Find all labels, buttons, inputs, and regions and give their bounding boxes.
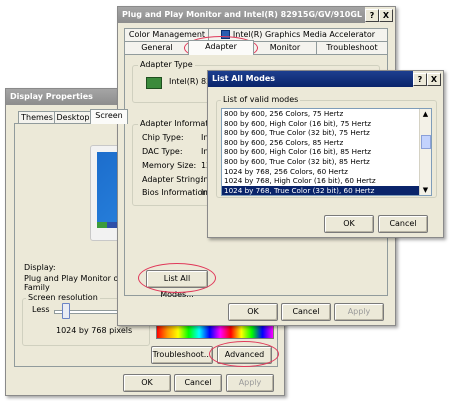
tab-screen[interactable]: Screen: [90, 109, 128, 124]
color-quality-preview: [156, 325, 274, 339]
list-all-modes-title: List All Modes: [208, 71, 413, 87]
close-button[interactable]: X: [427, 73, 441, 86]
tab-monitor[interactable]: Monitor: [252, 41, 318, 54]
list-item[interactable]: 800 by 600, High Color (16 bit), 75 Hert…: [222, 119, 419, 129]
display-value-line2: Family: [24, 283, 50, 292]
tab-adapter[interactable]: Adapter: [188, 40, 254, 55]
scroll-up-arrow-icon[interactable]: ▲: [420, 109, 431, 119]
list-item[interactable]: 800 by 600, 256 Colors, 75 Hertz: [222, 109, 419, 119]
ok-button[interactable]: OK: [228, 303, 278, 321]
tab-general[interactable]: General: [124, 41, 190, 54]
scroll-thumb[interactable]: [421, 135, 431, 149]
list-item[interactable]: 1024 by 768, True Color (32 bit), 60 Her…: [222, 185, 419, 195]
ok-button[interactable]: OK: [324, 215, 374, 233]
cancel-button[interactable]: Cancel: [174, 374, 222, 392]
start-button-preview: [97, 222, 107, 228]
valid-modes-label: List of valid modes: [221, 95, 301, 105]
cancel-button[interactable]: Cancel: [281, 303, 331, 321]
help-button[interactable]: ?: [365, 9, 379, 22]
dac-type-key: DAC Type:: [142, 147, 183, 156]
list-item[interactable]: 1024 by 768, High Color (16 bit), 60 Her…: [222, 176, 419, 186]
cancel-button[interactable]: Cancel: [378, 215, 428, 233]
apply-button[interactable]: Apply: [334, 303, 384, 321]
modes-scrollbar[interactable]: ▲ ▼: [419, 109, 431, 195]
list-item[interactable]: 800 by 600, True Color (32 bit), 85 Hert…: [222, 157, 419, 167]
list-all-modes-dialog: List All Modes ? X List of valid modes 8…: [207, 70, 444, 238]
list-item[interactable]: 1024 by 768, 256 Colors, 60 Hertz: [222, 167, 419, 177]
display-label: Display:: [24, 263, 56, 272]
screen-resolution-label: Screen resolution: [26, 293, 100, 303]
advanced-highlight-circle: [209, 341, 279, 367]
adapter-string-key: Adapter String:: [142, 175, 203, 184]
list-all-modes-highlight-circle: [138, 263, 216, 293]
modes-list: 800 by 600, 256 Colors, 75 Hertz 800 by 6…: [222, 109, 419, 195]
chip-type-key: Chip Type:: [142, 133, 184, 142]
resolution-value: 1024 by 768 pixels: [56, 326, 133, 335]
memory-size-key: Memory Size:: [142, 161, 197, 170]
list-item[interactable]: 800 by 600, True Color (32 bit), 75 Hert…: [222, 128, 419, 138]
tab-troubleshoot[interactable]: Troubleshoot: [316, 41, 388, 54]
modes-listbox[interactable]: 800 by 600, 256 Colors, 75 Hertz 800 by 6…: [221, 108, 432, 196]
scroll-down-arrow-icon[interactable]: ▼: [420, 185, 431, 195]
close-button[interactable]: X: [379, 9, 393, 22]
list-item[interactable]: 800 by 600, 256 Colors, 85 Hertz: [222, 138, 419, 148]
resolution-slider-thumb[interactable]: [62, 303, 70, 319]
ok-button[interactable]: OK: [123, 374, 171, 392]
video-card-icon: [146, 77, 162, 89]
less-label: Less: [32, 305, 50, 314]
apply-button[interactable]: Apply: [226, 374, 274, 392]
help-button[interactable]: ?: [413, 73, 427, 86]
troubleshoot-button[interactable]: Troubleshoot...: [151, 346, 213, 364]
list-item[interactable]: 800 by 600, High Color (16 bit), 85 Hert…: [222, 147, 419, 157]
adapter-properties-title: Plug and Play Monitor and Intel(R) 82915…: [118, 7, 365, 23]
adapter-type-label: Adapter Type: [138, 60, 195, 70]
